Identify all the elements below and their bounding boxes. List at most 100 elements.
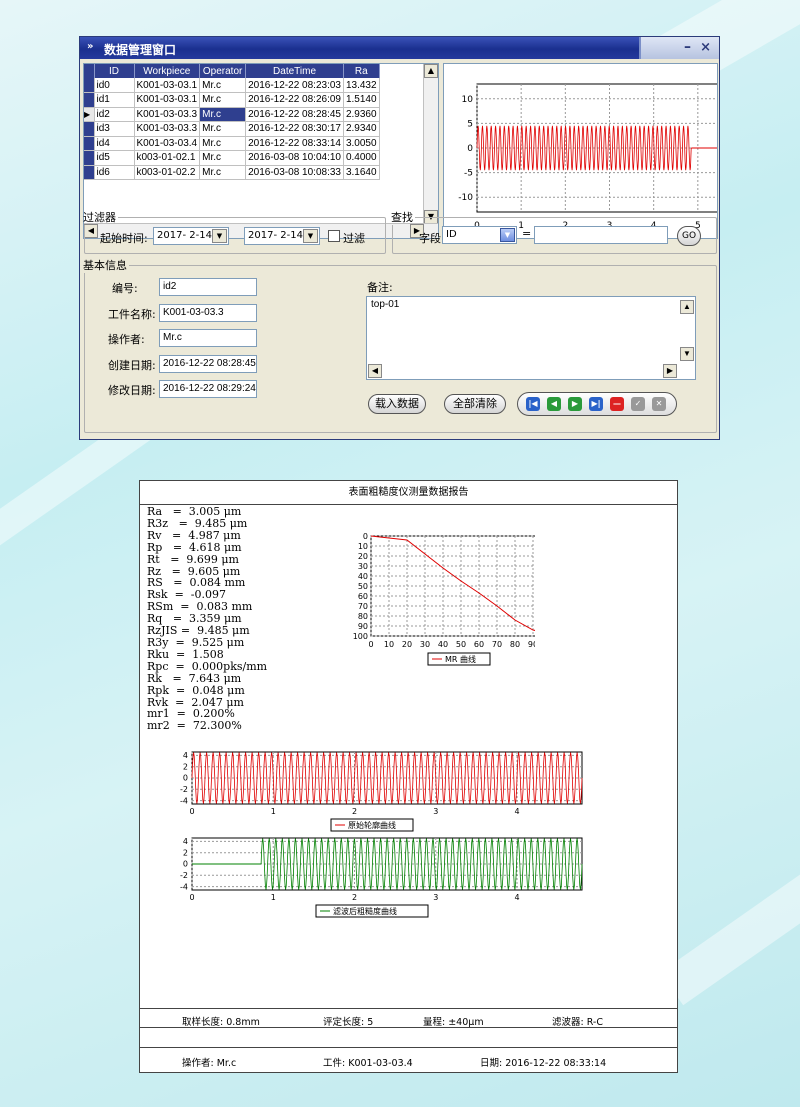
cancel-edit-icon[interactable]: ✕ xyxy=(652,397,666,411)
table-cell-id[interactable]: id5 xyxy=(94,150,135,166)
table-cell-id[interactable]: id4 xyxy=(94,136,135,151)
column-header-datetime[interactable]: DateTime xyxy=(245,64,344,78)
column-header-workpiece[interactable]: Workpiece xyxy=(134,64,201,78)
table-cell-datetime[interactable]: 2016-12-22 08:23:03 xyxy=(245,78,344,93)
table-cell-datetime[interactable]: 2016-12-22 08:26:09 xyxy=(245,92,344,108)
table-cell-workpiece[interactable]: K001-03-03.4 xyxy=(134,136,201,151)
table-row[interactable]: id1 K001-03-03.1 Mr.c 2016-12-22 08:26:09 1.… xyxy=(84,92,380,108)
workpiece-field[interactable]: K001-03-03.3 xyxy=(159,304,257,322)
table-cell-workpiece[interactable]: K001-03-03.3 xyxy=(134,107,201,122)
scroll-left-icon[interactable]: ◀ xyxy=(368,364,382,378)
table-cell-ra[interactable]: 0.4000 xyxy=(343,150,380,166)
go-button[interactable]: GO xyxy=(677,226,701,246)
table-cell-workpiece[interactable]: K001-03-03.3 xyxy=(134,121,201,137)
table-cell-ra[interactable]: 2.9340 xyxy=(343,121,380,137)
grid-vertical-scrollbar[interactable]: ▲ ▼ xyxy=(423,64,438,224)
next-record-icon[interactable]: ▶ xyxy=(568,397,582,411)
first-record-icon[interactable]: |◀ xyxy=(526,397,540,411)
row-header[interactable] xyxy=(84,78,95,93)
table-cell-workpiece[interactable]: k003-01-02.1 xyxy=(134,150,201,166)
column-header-operator[interactable]: Operator xyxy=(199,64,247,78)
table-row[interactable]: ▶ id2 K001-03-03.3 Mr.c 2016-12-22 08:28:45 2… xyxy=(84,107,380,122)
chevron-down-icon[interactable]: ▼ xyxy=(212,229,227,243)
last-record-icon[interactable]: ▶| xyxy=(589,397,603,411)
chevron-down-icon[interactable]: ▼ xyxy=(500,228,515,242)
search-field-select[interactable]: ID ▼ xyxy=(442,226,517,244)
scroll-up-icon[interactable]: ▲ xyxy=(424,64,438,78)
table-cell-datetime[interactable]: 2016-03-08 10:04:10 xyxy=(245,150,344,166)
title-controls: – × xyxy=(639,37,719,59)
table-cell-datetime[interactable]: 2016-12-22 08:30:17 xyxy=(245,121,344,137)
row-header[interactable]: ▶ xyxy=(84,107,95,122)
close-icon[interactable]: × xyxy=(700,40,711,55)
table-cell-operator[interactable]: Mr.c xyxy=(199,150,247,166)
minimize-icon[interactable]: – xyxy=(684,39,691,55)
table-cell-workpiece[interactable]: k003-01-02.2 xyxy=(134,165,201,180)
table-cell-workpiece[interactable]: K001-03-03.1 xyxy=(134,92,201,108)
modified-date-field[interactable]: 2016-12-22 08:29:24 xyxy=(159,380,257,398)
table-cell-ra[interactable]: 1.5140 xyxy=(343,92,380,108)
table-cell-workpiece[interactable]: K001-03-03.1 xyxy=(134,78,201,93)
clear-all-button[interactable]: 全部清除 xyxy=(444,394,506,414)
previous-record-icon[interactable]: ◀ xyxy=(547,397,561,411)
table-cell-operator[interactable]: Mr.c xyxy=(199,92,247,108)
divider xyxy=(140,1047,677,1048)
table-cell-datetime[interactable]: 2016-12-22 08:33:14 xyxy=(245,136,344,151)
data-management-window: » 数据管理窗口 – × ID Workpiece Operator DateT… xyxy=(79,36,745,440)
x-tick-label: 2 xyxy=(352,893,357,902)
y-tick-label: 0 xyxy=(467,144,473,154)
table-cell-operator[interactable]: Mr.c xyxy=(199,121,247,137)
title-bar[interactable]: » 数据管理窗口 – × xyxy=(80,37,719,59)
table-row[interactable]: id0 K001-03-03.1 Mr.c 2016-12-22 08:23:03 13… xyxy=(84,78,380,93)
legend-label: 滤波后粗糙度曲线 xyxy=(333,906,397,916)
table-cell-datetime[interactable]: 2016-03-08 10:08:33 xyxy=(245,165,344,180)
delete-record-icon[interactable]: — xyxy=(610,397,624,411)
column-header-ra[interactable]: Ra xyxy=(343,64,380,78)
table-cell-id[interactable]: id3 xyxy=(94,121,135,137)
filter-legend: 过滤器 xyxy=(83,211,116,224)
table-cell-ra[interactable]: 13.432 xyxy=(343,78,380,93)
row-header[interactable] xyxy=(84,121,95,137)
chevron-down-icon[interactable]: ▼ xyxy=(303,229,318,243)
created-date-field[interactable]: 2016-12-22 08:28:45 xyxy=(159,355,257,373)
table-cell-id[interactable]: id1 xyxy=(94,92,135,108)
table-cell-operator[interactable]: Mr.c xyxy=(199,165,247,180)
table-row[interactable]: id6 k003-01-02.2 Mr.c 2016-03-08 10:08:33 3.… xyxy=(84,165,380,180)
table-cell-id[interactable]: id6 xyxy=(94,165,135,180)
number-field[interactable]: id2 xyxy=(159,278,257,296)
filter-type: 滤波器: R-C xyxy=(552,1017,603,1028)
row-header[interactable] xyxy=(84,165,95,180)
scroll-right-icon[interactable]: ▶ xyxy=(663,364,677,378)
scroll-up-icon[interactable]: ▲ xyxy=(680,300,694,314)
column-header-id[interactable]: ID xyxy=(94,64,135,78)
table-cell-ra[interactable]: 3.1640 xyxy=(343,165,380,180)
confirm-edit-icon[interactable]: ✓ xyxy=(631,397,645,411)
table-cell-id[interactable]: id0 xyxy=(94,78,135,93)
table-cell-id[interactable]: id2 xyxy=(94,107,135,122)
window-menu-icon[interactable]: » xyxy=(87,41,93,52)
number-label: 编号: xyxy=(112,282,138,295)
row-header[interactable] xyxy=(84,92,95,108)
table-cell-ra[interactable]: 2.9360 xyxy=(343,107,380,122)
load-data-button[interactable]: 载入数据 xyxy=(368,394,426,414)
date-to-picker[interactable]: 2017- 2-14 ▼ xyxy=(244,227,320,245)
table-cell-operator[interactable]: Mr.c xyxy=(199,136,247,151)
table-row[interactable]: id4 K001-03-03.4 Mr.c 2016-12-22 08:33:14 3.… xyxy=(84,136,380,151)
table-cell-ra[interactable]: 3.0050 xyxy=(343,136,380,151)
x-tick-label: 20 xyxy=(402,640,412,649)
table-cell-operator[interactable]: Mr.c xyxy=(199,107,247,122)
row-header[interactable] xyxy=(84,136,95,151)
y-tick-label: 0 xyxy=(183,860,188,869)
operator-field[interactable]: Mr.c xyxy=(159,329,257,347)
row-header[interactable] xyxy=(84,150,95,166)
table-cell-operator[interactable]: Mr.c xyxy=(199,78,247,93)
table-row[interactable]: id5 k003-01-02.1 Mr.c 2016-03-08 10:04:10 0.… xyxy=(84,150,380,166)
scroll-down-icon[interactable]: ▼ xyxy=(680,347,694,361)
y-tick-label: 4 xyxy=(183,751,188,760)
table-cell-datetime[interactable]: 2016-12-22 08:28:45 xyxy=(245,107,344,122)
search-value-input[interactable] xyxy=(534,226,668,244)
filter-checkbox[interactable] xyxy=(328,230,340,242)
table-row[interactable]: id3 K001-03-03.3 Mr.c 2016-12-22 08:30:17 2.… xyxy=(84,121,380,137)
date-from-picker[interactable]: 2017- 2-14 ▼ xyxy=(153,227,229,245)
remarks-textarea[interactable]: top-01 ▲ ▼ ◀ ▶ xyxy=(366,296,696,380)
